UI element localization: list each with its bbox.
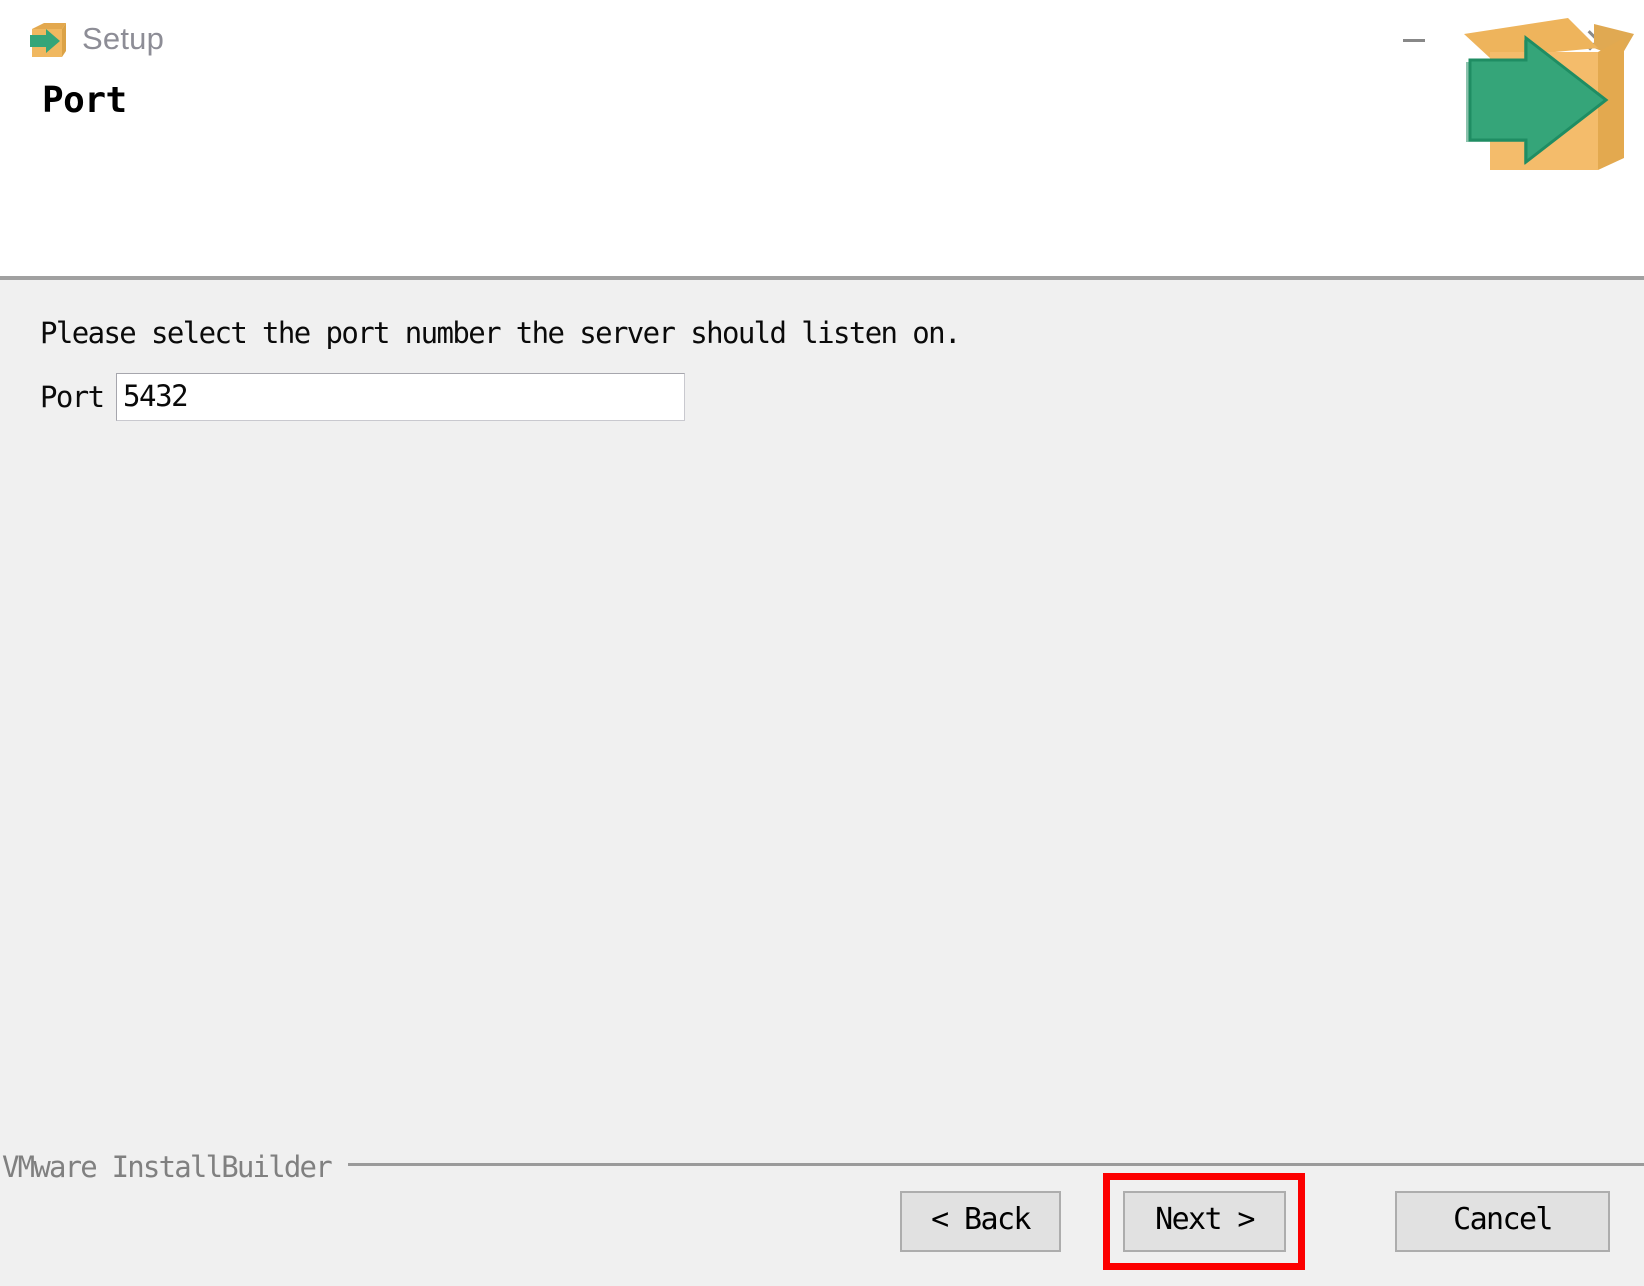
instruction-text: Please select the port number the server… — [40, 316, 961, 350]
back-button[interactable]: < Back — [900, 1191, 1061, 1252]
setup-box-arrow-icon — [26, 19, 68, 61]
minimize-button[interactable] — [1368, 0, 1460, 80]
port-label: Port — [40, 380, 105, 414]
header-band — [0, 80, 1644, 278]
footer-divider — [348, 1163, 1644, 1166]
port-field-row: Port — [40, 373, 685, 421]
installbuilder-box-arrow-logo — [1448, 12, 1638, 178]
cancel-button[interactable]: Cancel — [1395, 1191, 1610, 1252]
page-title: Port — [42, 80, 127, 121]
next-button[interactable]: Next > — [1123, 1191, 1286, 1252]
minimize-icon — [1403, 38, 1425, 42]
window-title: Setup — [82, 21, 165, 56]
installbuilder-brand-label: VMware InstallBuilder — [2, 1150, 333, 1184]
title-bar-left: Setup — [0, 19, 164, 61]
title-bar: Setup — [0, 0, 1644, 80]
main-content: Please select the port number the server… — [0, 280, 1644, 1286]
setup-wizard-window: Setup Port Please select the port number… — [0, 0, 1644, 1286]
port-input[interactable] — [116, 373, 685, 421]
